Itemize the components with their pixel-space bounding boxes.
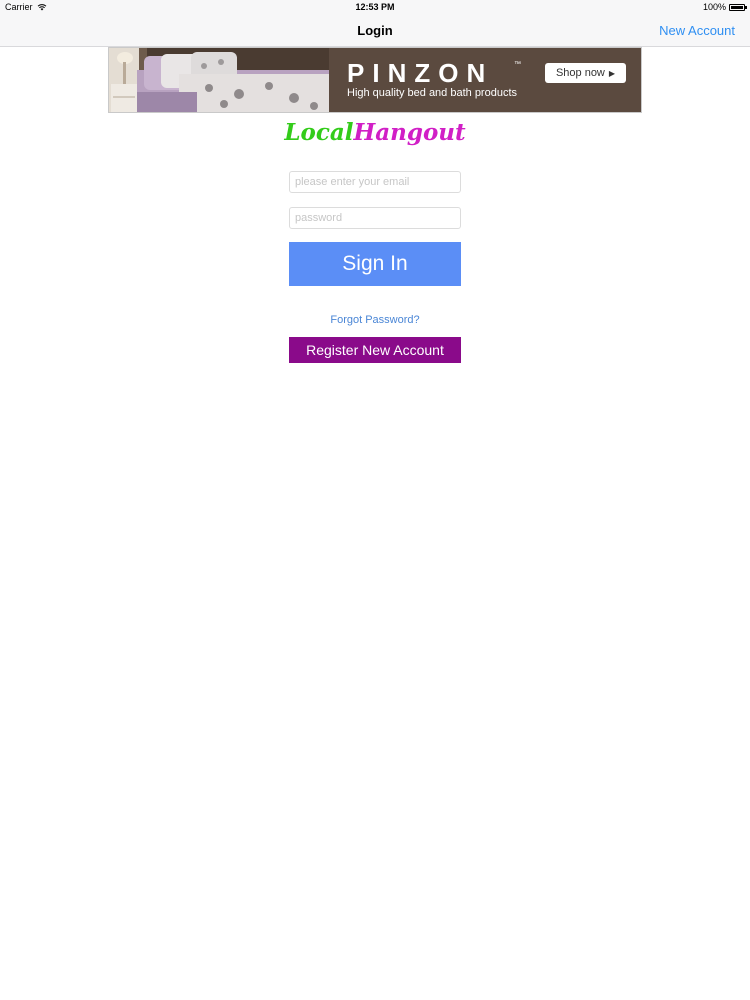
shop-now-button[interactable]: Shop now ▶: [545, 63, 626, 83]
battery-fill: [731, 5, 743, 9]
local-hangout-logo: LocalHangout: [0, 119, 750, 146]
password-field[interactable]: [289, 207, 461, 229]
shop-now-label: Shop now: [555, 67, 605, 79]
email-field[interactable]: [289, 171, 461, 193]
ad-tagline: High quality bed and bath products: [347, 87, 518, 99]
logo-local-text: Local: [284, 119, 354, 146]
forgot-password-link[interactable]: Forgot Password?: [0, 314, 750, 326]
new-account-nav-button[interactable]: New Account: [659, 23, 735, 38]
battery-percent: 100%: [702, 2, 726, 12]
play-arrow-icon: ▶: [608, 68, 616, 78]
status-right: 100%: [702, 2, 747, 12]
page-title: Login: [357, 23, 393, 38]
ad-banner[interactable]: PINZON ™ High quality bed and bath produ…: [108, 47, 642, 113]
ad-brand-name: PINZON: [347, 58, 494, 88]
status-time: 12:53 PM: [355, 2, 395, 12]
ad-trademark: ™: [514, 61, 521, 68]
logo-hangout-text: Hangout: [353, 119, 466, 146]
battery-icon: [729, 3, 747, 11]
register-new-account-button[interactable]: Register New Account: [289, 337, 461, 363]
status-bar: Carrier 12:53 PM 100%: [0, 0, 750, 14]
ad-bedroom-photo: [109, 48, 329, 112]
sign-in-button[interactable]: Sign In: [289, 242, 461, 286]
navigation-bar: Login New Account: [0, 14, 750, 47]
